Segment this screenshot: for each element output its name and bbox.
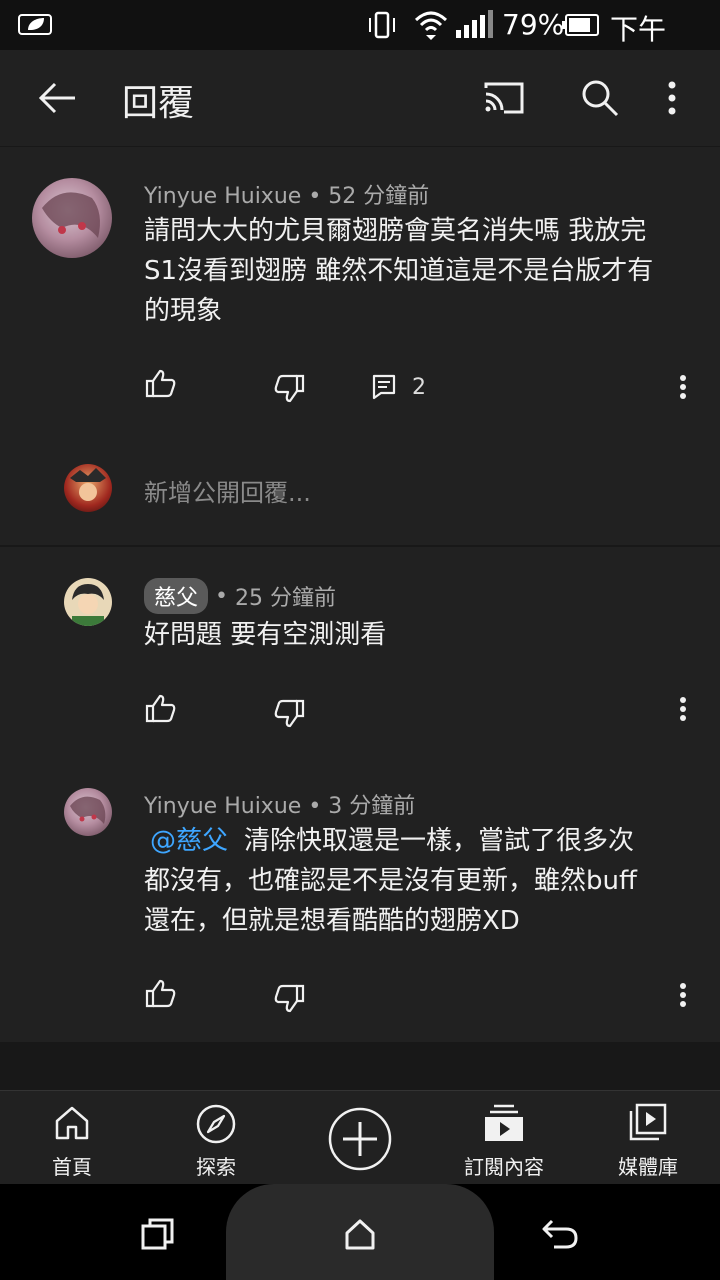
system-back-button[interactable]: [536, 1212, 584, 1256]
bottom-navigation: 首頁 探索 訂閱內容 媒體庫: [0, 1090, 720, 1185]
comment-line: 的現象: [144, 296, 223, 326]
reply-line: 好問題 要有空測測看: [144, 620, 387, 650]
reply-meta: Yinyue Huixue • 3 分鐘前: [144, 788, 415, 820]
reply-text: 好問題 要有空測測看: [144, 615, 704, 655]
reply-line-text: 清除快取還是一樣，嘗試了很多次: [244, 826, 635, 856]
thumb-down-icon: [274, 374, 305, 403]
home-outline-icon: [345, 1219, 375, 1250]
thumb-down-icon: [274, 699, 305, 728]
system-navigation: [0, 1184, 720, 1280]
like-button[interactable]: [140, 688, 182, 728]
reply-time: 3 分鐘前: [328, 794, 416, 819]
meta-separator: •: [308, 184, 329, 209]
reply-menu-button[interactable]: [666, 977, 700, 1013]
replies-panel: 慈父 • 25 分鐘前 好問題 要有空測測看 Yinyue Huixue • 3…: [0, 547, 720, 1042]
back-button[interactable]: [30, 74, 84, 122]
mention-link[interactable]: @慈父: [150, 826, 228, 856]
comment-author[interactable]: Yinyue Huixue: [144, 184, 301, 209]
nav-label: 探索: [196, 1155, 236, 1179]
nav-label: 媒體庫: [618, 1155, 678, 1179]
meta-separator: •: [208, 583, 235, 609]
reply-meta: 慈父 • 25 分鐘前: [144, 578, 336, 614]
page-title: 回覆: [122, 83, 195, 124]
vibrate-icon: [369, 11, 395, 39]
more-vert-icon: [680, 983, 686, 1007]
battery-icon: [562, 14, 599, 36]
wifi-icon: [414, 11, 448, 40]
add-icon: [328, 1107, 392, 1171]
subscriptions-icon: [485, 1104, 523, 1141]
comment-time: 52 分鐘前: [328, 184, 430, 209]
nav-library[interactable]: 媒體庫: [576, 1091, 720, 1185]
comment-menu-button[interactable]: [666, 369, 700, 405]
reply-author[interactable]: Yinyue Huixue: [144, 794, 301, 819]
search-icon: [582, 80, 619, 117]
app-bar: 回覆: [0, 50, 720, 146]
more-vert-icon: [668, 81, 676, 115]
nav-explore[interactable]: 探索: [144, 1091, 288, 1185]
main-comment: Yinyue Huixue • 52 分鐘前 請問大大的尤貝爾翅膀會莫名消失嗎 …: [0, 147, 720, 545]
home-icon: [55, 1106, 89, 1140]
dislike-button[interactable]: [268, 694, 310, 734]
more-vert-icon: [680, 375, 686, 399]
reply-text: @慈父 清除快取還是一樣，嘗試了很多次 都沒有，也確認是不是沒有更新，雖然buff…: [144, 821, 704, 941]
signal-icon: [456, 10, 493, 38]
reply-count: 2: [412, 374, 426, 400]
status-bar: 79% 下午5:49: [0, 0, 720, 81]
thumb-up-icon: [145, 694, 176, 723]
reply-author-chip[interactable]: 慈父: [144, 578, 209, 614]
reply-line: @慈父 清除快取還是一樣，嘗試了很多次: [144, 821, 704, 861]
nav-home[interactable]: 首頁: [0, 1091, 144, 1185]
meta-separator: •: [308, 794, 329, 819]
reply-time: 25 分鐘前: [234, 586, 336, 611]
comment-icon: [372, 374, 396, 400]
avatar-image: [70, 468, 106, 501]
like-button[interactable]: [140, 973, 182, 1013]
nav-label: 首頁: [52, 1155, 92, 1179]
nav-label: 訂閱內容: [464, 1155, 544, 1179]
replies-button[interactable]: 2: [372, 369, 426, 405]
comment-line: 請問大大的尤貝爾翅膀會莫名消失嗎 我放完: [144, 216, 647, 246]
dislike-button[interactable]: [268, 979, 310, 1019]
system-home-button[interactable]: [338, 1212, 382, 1256]
like-button[interactable]: [140, 363, 182, 403]
avatar-image: [42, 192, 100, 238]
more-options-button[interactable]: [652, 72, 692, 124]
cast-button[interactable]: [474, 72, 534, 124]
recents-button[interactable]: [136, 1212, 180, 1256]
dislike-button[interactable]: [268, 369, 310, 409]
avatar-image: [72, 584, 104, 626]
avatar[interactable]: [64, 578, 112, 626]
battery-percent: 79%: [502, 8, 565, 41]
recents-icon: [141, 1218, 174, 1250]
arrow-left-icon: [38, 82, 75, 114]
back-icon: [542, 1219, 578, 1249]
comment-line: S1沒看到翅膀 雖然不知道這是不是台版才有: [144, 256, 654, 286]
search-button[interactable]: [572, 72, 628, 124]
reply-line: 還在，但就是想看酷酷的翅膀XD: [144, 906, 520, 936]
thumb-up-icon: [145, 979, 176, 1008]
current-user-avatar: [64, 464, 112, 512]
cast-icon: [484, 82, 524, 114]
notification-leaf-icon: [18, 14, 52, 35]
library-icon: [629, 1103, 667, 1141]
nav-create[interactable]: [288, 1091, 432, 1185]
avatar-image: [70, 796, 106, 824]
reply-input[interactable]: 新增公開回覆...: [144, 473, 311, 508]
comment-meta: Yinyue Huixue • 52 分鐘前: [144, 178, 429, 210]
thumb-down-icon: [274, 984, 305, 1013]
avatar[interactable]: [32, 178, 112, 258]
reply-menu-button[interactable]: [666, 691, 700, 727]
compass-icon: [196, 1104, 236, 1144]
nav-subscriptions[interactable]: 訂閱內容: [432, 1091, 576, 1185]
thumb-up-icon: [145, 369, 176, 398]
more-vert-icon: [680, 697, 686, 721]
reply-line: 都沒有，也確認是不是沒有更新，雖然buff: [144, 866, 637, 896]
avatar[interactable]: [64, 788, 112, 836]
comment-text: 請問大大的尤貝爾翅膀會莫名消失嗎 我放完 S1沒看到翅膀 雖然不知道這是不是台版…: [144, 211, 704, 331]
